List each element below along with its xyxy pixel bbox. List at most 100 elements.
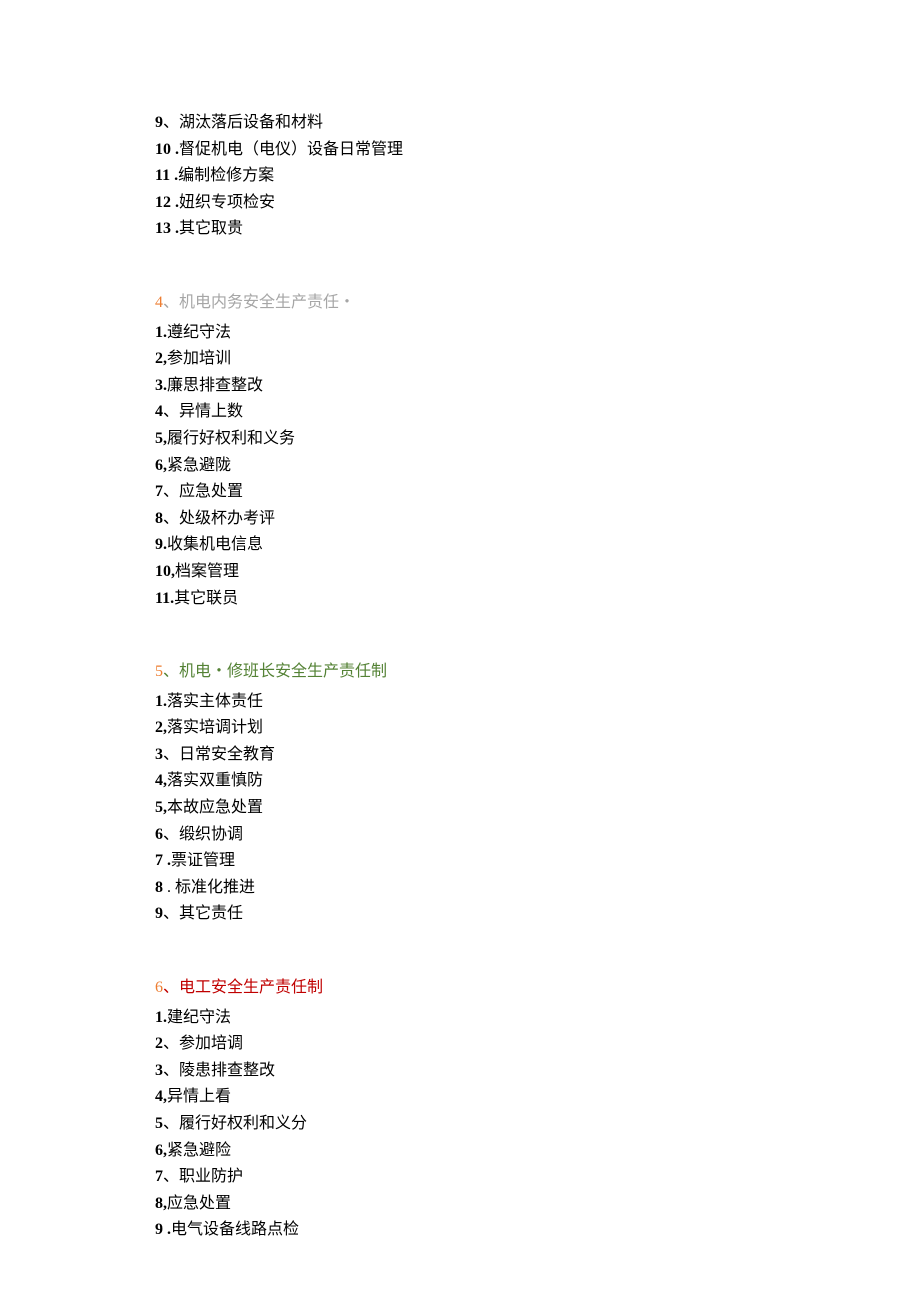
- list-item: 2、参加培调: [155, 1031, 920, 1057]
- item-number: 11: [155, 167, 170, 184]
- item-number: 1.: [155, 1009, 167, 1026]
- section-heading-6: 6、电工安全生产责任制: [155, 975, 920, 1001]
- list-item: 12 .妞织专项检安: [155, 190, 920, 216]
- item-number: 5,: [155, 430, 167, 447]
- item-separator: 、: [163, 1062, 179, 1079]
- item-number: 8: [155, 879, 163, 896]
- item-separator: .: [171, 141, 179, 158]
- item-number: 5,: [155, 799, 167, 816]
- item-text: 日常安全教育: [179, 746, 275, 763]
- item-text: 异情上数: [179, 403, 243, 420]
- item-number: 3.: [155, 377, 167, 394]
- heading-number: 4: [155, 294, 163, 311]
- section-heading-5: 5、机电・修班长安全生产责任制: [155, 659, 920, 685]
- section-heading-4: 4、机电内务安全生产责任・: [155, 290, 920, 316]
- item-separator: 、: [163, 403, 179, 420]
- section-6: 6、电工安全生产责任制 1.建纪守法 2、参加培调 3、陵患排查整改 4,异情上…: [155, 975, 920, 1243]
- item-text: 其它联员: [174, 590, 238, 607]
- item-number: 9.: [155, 536, 167, 553]
- item-separator: 、: [163, 826, 179, 843]
- item-number: 3: [155, 746, 163, 763]
- item-text: 履行好权利和义务: [167, 430, 295, 447]
- list-item: 1.落实主体责任: [155, 689, 920, 715]
- item-number: 1.: [155, 324, 167, 341]
- list-item: 9、其它责任: [155, 901, 920, 927]
- item-text: 湖汰落后设备和材料: [179, 114, 323, 131]
- section-4: 4、机电内务安全生产责任・ 1.遵纪守法 2,参加培训 3.廉思排查整改 4、异…: [155, 290, 920, 611]
- item-number: 8: [155, 510, 163, 527]
- item-number: 9: [155, 1221, 163, 1238]
- list-item: 7、职业防护: [155, 1164, 920, 1190]
- item-number: 11.: [155, 590, 174, 607]
- heading-number: 5: [155, 663, 163, 680]
- item-text: 缎织协调: [179, 826, 243, 843]
- item-text: 异情上看: [167, 1088, 231, 1105]
- section-5: 5、机电・修班长安全生产责任制 1.落实主体责任 2,落实培调计划 3、日常安全…: [155, 659, 920, 927]
- item-text: 电气设备线路点检: [171, 1221, 299, 1238]
- item-number: 13: [155, 220, 171, 237]
- list-item: 3.廉思排查整改: [155, 373, 920, 399]
- item-number: 7: [155, 852, 163, 869]
- item-text: 收集机电信息: [167, 536, 263, 553]
- item-text: 履行好权利和义分: [179, 1115, 307, 1132]
- item-number: 6: [155, 826, 163, 843]
- item-text: 参加培训: [167, 350, 231, 367]
- item-separator: .: [171, 220, 179, 237]
- item-number: 9: [155, 114, 163, 131]
- item-text: 标准化推进: [175, 879, 255, 896]
- list-item: 7、应急处置: [155, 479, 920, 505]
- item-text: 处级杯办考评: [179, 510, 275, 527]
- item-number: 6,: [155, 1142, 167, 1159]
- item-separator: 、: [163, 1035, 179, 1052]
- item-separator: .: [163, 879, 175, 896]
- item-separator: .: [171, 194, 179, 211]
- item-number: 6,: [155, 457, 167, 474]
- item-number: 2,: [155, 350, 167, 367]
- item-text: 督促机电（电仪）设备日常管理: [179, 141, 403, 158]
- item-text: 其它取贵: [179, 220, 243, 237]
- item-number: 10: [155, 141, 171, 158]
- list-item: 6、缎织协调: [155, 822, 920, 848]
- list-item: 7 .票证管理: [155, 848, 920, 874]
- item-separator: 、: [163, 746, 179, 763]
- heading-separator: 、: [163, 294, 179, 311]
- item-number: 12: [155, 194, 171, 211]
- item-number: 7: [155, 1168, 163, 1185]
- list-item: 3、日常安全教育: [155, 742, 920, 768]
- heading-text: 机电・修班长安全生产责任制: [179, 663, 387, 680]
- item-number: 3: [155, 1062, 163, 1079]
- item-text: 其它责任: [179, 905, 243, 922]
- item-number: 1.: [155, 693, 167, 710]
- heading-text: 机电内务安全生产责任・: [179, 294, 355, 311]
- item-text: 落实主体责任: [167, 693, 263, 710]
- heading-number: 6: [155, 979, 163, 996]
- item-text: 妞织专项检安: [179, 194, 275, 211]
- heading-separator: 、: [163, 979, 179, 996]
- item-text: 档案管理: [175, 563, 239, 580]
- item-text: 建纪守法: [167, 1009, 231, 1026]
- list-item: 9、湖汰落后设备和材料: [155, 110, 920, 136]
- item-separator: .: [163, 1221, 171, 1238]
- heading-text: 电工安全生产责任制: [179, 979, 323, 996]
- list-item: 5,本故应急处置: [155, 795, 920, 821]
- list-item: 9 .电气设备线路点检: [155, 1217, 920, 1243]
- list-item: 13 .其它取贵: [155, 216, 920, 242]
- list-item: 4,落实双重慎防: [155, 768, 920, 794]
- item-text: 落实双重慎防: [167, 772, 263, 789]
- item-text: 应急处置: [179, 483, 243, 500]
- list-item: 1.遵纪守法: [155, 320, 920, 346]
- item-number: 8,: [155, 1195, 167, 1212]
- list-item: 8,应急处置: [155, 1191, 920, 1217]
- item-text: 本故应急处置: [167, 799, 263, 816]
- item-number: 4: [155, 403, 163, 420]
- item-separator: .: [163, 852, 171, 869]
- item-number: 5: [155, 1115, 163, 1132]
- list-item: 8 . 标准化推进: [155, 875, 920, 901]
- item-text: 陵患排查整改: [179, 1062, 275, 1079]
- list-item: 5、履行好权利和义分: [155, 1111, 920, 1137]
- list-item: 2,落实培调计划: [155, 715, 920, 741]
- item-text: 紧急避陇: [167, 457, 231, 474]
- item-separator: .: [170, 167, 178, 184]
- item-separator: 、: [163, 483, 179, 500]
- item-number: 9: [155, 905, 163, 922]
